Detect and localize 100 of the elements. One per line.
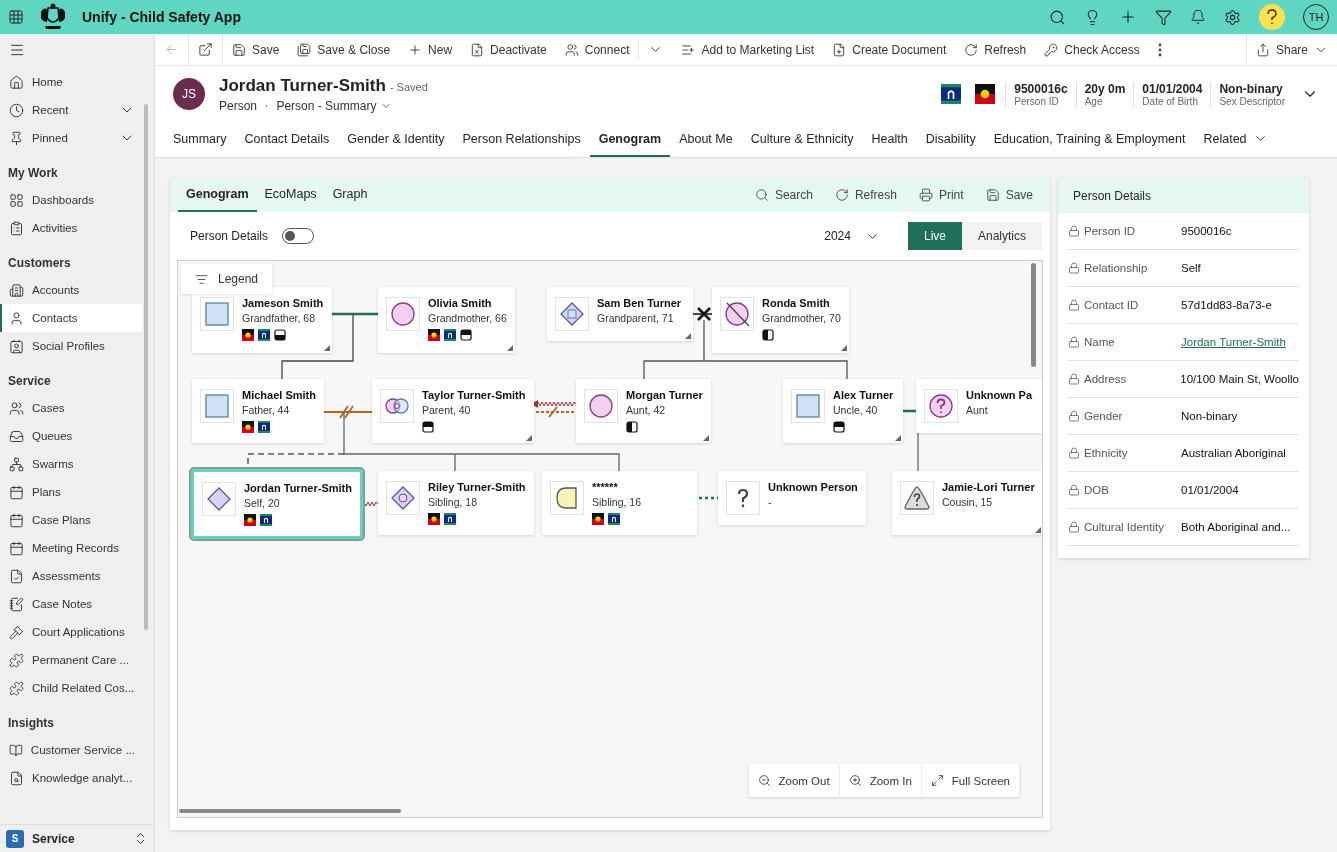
scrollbar[interactable] (179, 809, 401, 813)
view-tab[interactable]: Genogram (178, 178, 257, 212)
form-tab[interactable]: Person Relationships (453, 122, 590, 157)
command-button[interactable]: Connect (555, 33, 639, 66)
nav-item[interactable]: Queues (0, 422, 142, 450)
form-tab[interactable]: Summary (164, 122, 236, 157)
person-node[interactable]: Unknown Person - (718, 471, 866, 525)
person-node[interactable]: Michael Smith Father, 44 (192, 379, 324, 443)
form-tab[interactable]: Health (862, 122, 917, 157)
zoom-control-button[interactable]: Zoom In (839, 764, 922, 797)
mode-button[interactable]: Live (907, 222, 962, 250)
search-icon[interactable] (1049, 8, 1066, 26)
nav-label: Activities (32, 222, 78, 234)
resize-handle[interactable] (1034, 527, 1041, 533)
settings-icon[interactable] (1224, 8, 1241, 26)
person-node[interactable]: Morgan Turner Aunt, 42 (576, 379, 711, 443)
resize-handle[interactable] (525, 435, 532, 441)
help-button[interactable] (1259, 4, 1285, 30)
nav-label: Pinned (32, 132, 68, 144)
name-link[interactable]: Jordan Turner-Smith (1181, 336, 1286, 348)
aboriginal-flag-icon (244, 514, 256, 526)
person-node[interactable]: Sam Ben Turner Grandparent, 71 (547, 287, 693, 341)
person-node[interactable]: Jameson Smith Grandfather, 68 (192, 287, 332, 353)
person-node[interactable]: Ronda Smith Grandmother, 70 (712, 287, 849, 353)
toolbar-button[interactable]: Search (745, 188, 822, 202)
form-tab[interactable]: Contact Details (235, 122, 339, 157)
nav-item[interactable]: Child Related Cos... (0, 674, 142, 702)
person-node[interactable]: Jamie-Lori Turner Cousin, 15 (892, 471, 1042, 535)
nav-item[interactable]: Case Plans (0, 506, 142, 534)
nav-item[interactable]: Recent (0, 96, 142, 124)
person-node[interactable]: Olivia Smith Grandmother, 66 (378, 287, 515, 353)
toolbar-button[interactable]: Print (909, 188, 973, 202)
form-tab[interactable]: Related (1194, 122, 1277, 157)
zoom-control-button[interactable]: Full Screen (921, 764, 1020, 797)
app-launcher-icon[interactable] (8, 9, 24, 25)
aboriginal-flag-icon (242, 421, 254, 433)
form-tab[interactable]: Disability (916, 122, 985, 157)
resize-handle[interactable] (685, 333, 691, 339)
person-name: Jameson Smith (242, 297, 324, 309)
command-button[interactable]: Save (223, 33, 289, 66)
nav-item[interactable]: Cases (0, 394, 142, 422)
nav-item[interactable]: Case Notes (0, 590, 142, 618)
zoom-control-button[interactable]: Zoom Out (748, 764, 840, 797)
plus-icon[interactable] (1119, 8, 1137, 26)
command-button[interactable]: Refresh (955, 33, 1036, 66)
share-button[interactable]: Share (1246, 33, 1337, 66)
nav-item[interactable]: Meeting Records (0, 534, 142, 562)
nav-item[interactable]: Dashboards (0, 186, 142, 214)
nav-item[interactable]: Customer Service ... (0, 736, 142, 764)
scrollbar[interactable] (1031, 263, 1036, 367)
person-node[interactable]: ****** Sibling, 16 (542, 471, 697, 535)
filter-icon[interactable] (1155, 8, 1172, 26)
menu-icon[interactable] (9, 42, 25, 58)
nav-item[interactable]: Activities (0, 214, 142, 242)
resize-handle[interactable] (895, 435, 901, 441)
person-node[interactable]: Jordan Turner-Smith Self, 20 (191, 469, 363, 539)
command-button[interactable]: Create Document (823, 33, 956, 66)
form-tab[interactable]: Education, Training & Employment (984, 122, 1195, 157)
legend-button[interactable]: Legend (181, 264, 273, 294)
bell-icon[interactable] (1190, 9, 1206, 25)
resize-handle[interactable] (324, 345, 330, 351)
view-tab[interactable]: Graph (324, 178, 376, 212)
resize-handle[interactable] (506, 345, 513, 351)
nav-item[interactable]: Assessments (0, 562, 142, 590)
resize-handle[interactable] (702, 435, 709, 441)
fact-label: Date of Birth (1142, 95, 1199, 107)
nav-item[interactable]: Contacts (0, 304, 142, 332)
form-tab[interactable]: Genogram (589, 122, 671, 157)
nav-item[interactable]: Accounts (0, 276, 142, 304)
command-button[interactable]: Add to Marketing List (672, 33, 824, 66)
form-tab[interactable]: Gender & Identity (338, 122, 454, 157)
form-selector[interactable]: Person - Summary (276, 98, 393, 113)
person-node[interactable]: Taylor Turner-Smith Parent, 40 (372, 379, 534, 443)
command-button[interactable]: Deactivate (461, 33, 556, 66)
nav-item[interactable]: Swarms (0, 450, 142, 478)
command-button[interactable]: Check Access (1035, 33, 1149, 66)
lock-icon (1068, 336, 1080, 348)
scrollbar[interactable] (144, 104, 148, 630)
toolbar-button[interactable]: Save (976, 188, 1042, 202)
nav-item[interactable]: Permanent Care ... (0, 646, 142, 674)
person-node[interactable]: Riley Turner-Smith Sibling, 18 (378, 471, 534, 535)
form-tab[interactable]: About Me (670, 122, 742, 157)
nav-item[interactable]: Knowledge analyt... (0, 764, 142, 792)
nav-item[interactable]: Home (0, 68, 142, 96)
year-dropdown[interactable]: 2024 (810, 228, 894, 244)
mode-button[interactable]: Analytics (961, 222, 1042, 250)
person-node[interactable]: Unknown Pa Aunt (916, 379, 1042, 433)
nav-item[interactable]: Pinned (0, 124, 142, 152)
nav-item[interactable]: Court Applications (0, 618, 142, 646)
person-node[interactable]: Alex Turner Uncle, 40 (783, 379, 903, 443)
area-switcher[interactable]: S Service (0, 824, 154, 852)
command-button[interactable]: Save & Close (288, 33, 400, 66)
nav-item[interactable]: Social Profiles (0, 332, 142, 360)
toggle-switch[interactable] (282, 228, 315, 244)
toolbar-button[interactable]: Refresh (825, 188, 906, 202)
view-tab[interactable]: EcoMaps (256, 178, 325, 212)
nav-item[interactable]: Plans (0, 478, 142, 506)
command-button[interactable]: New (399, 33, 462, 66)
form-tab[interactable]: Culture & Ethnicity (741, 122, 863, 157)
resize-handle[interactable] (840, 345, 847, 351)
